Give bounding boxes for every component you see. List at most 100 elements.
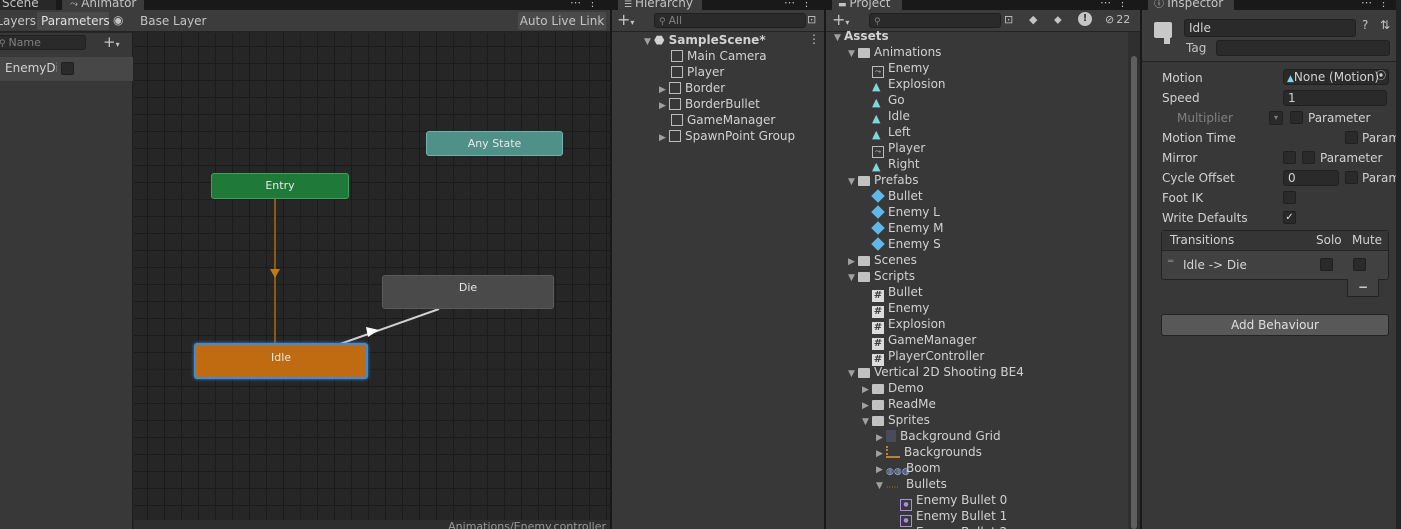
hierarchy-item-main-camera[interactable]: Main Camera xyxy=(671,48,767,64)
project-item[interactable]: # Bullet xyxy=(862,284,923,302)
scene-menu-icon[interactable]: ⋮ xyxy=(808,32,820,46)
motion-time-parameter-checkbox[interactable] xyxy=(1345,131,1358,144)
project-item[interactable]: ▶ ReadMe xyxy=(862,396,936,412)
expand-arrow-icon[interactable]: ▼ xyxy=(848,366,858,382)
mirror-parameter-checkbox[interactable] xyxy=(1302,151,1315,164)
transition-mute-checkbox[interactable] xyxy=(1353,258,1366,271)
expand-arrow-icon[interactable]: ▶ xyxy=(659,130,669,146)
write-defaults-checkbox[interactable]: ✓ xyxy=(1283,211,1296,224)
motion-field[interactable]: ▲None (Motion) ⦿ xyxy=(1283,69,1389,85)
project-scrollbar[interactable] xyxy=(1128,32,1140,529)
project-item[interactable]: Enemy L xyxy=(862,204,940,220)
project-item[interactable]: ▶ Backgrounds xyxy=(876,444,982,460)
tag-field[interactable] xyxy=(1216,40,1390,56)
expand-arrow-icon[interactable]: ▼ xyxy=(848,46,858,62)
inspector-tab-menu-icon[interactable]: ⋯⋮ xyxy=(1361,0,1395,9)
foot-ik-checkbox[interactable] xyxy=(1283,191,1296,204)
project-item[interactable]: ●Enemy Bullet 2 xyxy=(890,524,1007,529)
project-item[interactable]: # Explosion xyxy=(862,316,946,334)
expand-arrow-icon[interactable]: ▼ xyxy=(862,414,872,430)
project-search-input[interactable]: ⚲ xyxy=(869,13,1001,28)
project-item[interactable]: ▼ Animations xyxy=(848,44,941,60)
settings-icon[interactable]: ⇅ xyxy=(1380,18,1390,32)
expand-arrow-icon[interactable]: ▼ xyxy=(834,30,844,46)
multiplier-parameter-checkbox[interactable] xyxy=(1290,111,1303,124)
state-entry[interactable]: Entry xyxy=(211,173,349,199)
project-item[interactable]: ⤳ Player xyxy=(862,140,925,158)
scrollbar-thumb[interactable] xyxy=(1131,56,1137,529)
project-item[interactable]: ▲ Idle xyxy=(862,108,910,125)
expand-arrow-icon[interactable]: ▼ xyxy=(644,34,654,50)
project-item[interactable]: ▼ Assets xyxy=(834,28,889,44)
parameters-tab[interactable]: Parameters xyxy=(37,12,110,30)
project-item[interactable]: ▼ Sprites xyxy=(862,412,930,428)
trigger-checkbox[interactable] xyxy=(61,62,74,75)
search-filter-icon[interactable]: ⊡ xyxy=(807,13,816,26)
project-item[interactable]: ● Enemy Bullet 0 xyxy=(890,492,1007,511)
warning-icon[interactable]: ! xyxy=(1078,12,1092,26)
project-item[interactable]: ▼ ····· Bullets xyxy=(876,476,947,492)
create-button[interactable]: +▾ xyxy=(617,10,634,29)
cycle-offset-parameter-checkbox[interactable] xyxy=(1345,171,1358,184)
project-item[interactable]: ▲ Left xyxy=(862,124,911,141)
project-item[interactable]: # GameManager xyxy=(862,332,976,350)
add-parameter-button[interactable]: +▾ xyxy=(103,33,120,51)
hidden-packages-icon[interactable]: ⊘ 22 xyxy=(1105,13,1130,26)
create-asset-button[interactable]: +▾ xyxy=(832,10,849,29)
parameter-row[interactable]: EnemyDie xyxy=(0,57,133,81)
hierarchy-item-gamemanager[interactable]: GameManager xyxy=(671,112,775,128)
project-item[interactable]: ▶ Scenes xyxy=(848,252,917,268)
state-any-state[interactable]: Any State xyxy=(426,131,563,156)
state-graph[interactable]: Any State Entry Die Idle Animations/Enem… xyxy=(134,33,610,529)
object-picker-icon[interactable]: ⦿ xyxy=(1376,70,1386,84)
project-item[interactable]: ▼ Prefabs xyxy=(848,172,919,188)
cycle-offset-field[interactable]: 0 xyxy=(1283,170,1339,186)
multiplier-dropdown[interactable]: ▾ xyxy=(1269,111,1283,125)
tab-animator[interactable]: ⤳ Animator xyxy=(62,0,144,10)
state-die[interactable]: Die xyxy=(382,275,554,309)
project-item[interactable]: # Enemy xyxy=(862,300,929,318)
hierarchy-search-input[interactable]: ⚲ All xyxy=(654,13,806,28)
project-item[interactable]: ▲ Explosion xyxy=(862,76,946,93)
hierarchy-item-spawnpoint-group[interactable]: ▶ SpawnPoint Group xyxy=(659,128,795,144)
add-behaviour-button[interactable]: Add Behaviour xyxy=(1161,314,1389,336)
tab-project[interactable]: ▬ Project xyxy=(832,0,902,10)
tab-scene[interactable]: Scene xyxy=(0,0,56,10)
state-name-field[interactable]: Idle xyxy=(1184,19,1356,37)
project-item[interactable]: ▶ Background Grid xyxy=(876,428,1001,444)
expand-arrow-icon[interactable]: ▶ xyxy=(659,98,669,114)
expand-arrow-icon[interactable]: ▼ xyxy=(876,478,886,494)
project-item[interactable]: ▲ Right xyxy=(862,156,920,173)
project-item[interactable]: # PlayerController xyxy=(862,348,984,366)
search-by-label-icon[interactable]: ◆ xyxy=(1029,13,1037,26)
tag-icon[interactable]: ⬥ xyxy=(1054,13,1062,27)
project-item[interactable]: ▲ Go xyxy=(862,92,905,109)
transition-solo-checkbox[interactable] xyxy=(1320,258,1333,271)
hierarchy-item-borderbullet[interactable]: ▶ BorderBullet xyxy=(659,96,760,112)
eye-icon[interactable]: ◉ xyxy=(113,13,123,27)
animator-tab-menu-icon[interactable]: ⋯⋮ xyxy=(570,0,604,9)
drag-handle-icon[interactable]: ═ xyxy=(1168,257,1173,267)
project-item[interactable]: Bullet xyxy=(862,188,923,204)
project-item[interactable]: ▼ Scripts xyxy=(848,268,915,284)
remove-transition-button[interactable]: − xyxy=(1347,279,1379,297)
project-item[interactable]: ▶ ◍◍◍Boom xyxy=(876,460,941,477)
breadcrumb[interactable]: Base Layer xyxy=(134,12,212,30)
hierarchy-item-player[interactable]: Player xyxy=(671,64,724,80)
expand-arrow-icon[interactable]: ▼ xyxy=(848,270,858,286)
expand-arrow-icon[interactable]: ▼ xyxy=(848,174,858,190)
project-item[interactable]: ▶ Demo xyxy=(862,380,924,396)
tab-inspector[interactable]: ⓘ Inspector xyxy=(1148,0,1234,10)
state-idle[interactable]: Idle xyxy=(194,343,368,379)
auto-live-link-button[interactable]: Auto Live Link xyxy=(518,12,606,30)
project-item[interactable]: ● Enemy Bullet 1 xyxy=(890,508,1007,527)
project-tab-menu-icon[interactable]: ⋯⋮ xyxy=(1100,0,1134,9)
parameter-search-input[interactable]: ⚲ Name xyxy=(0,35,86,50)
project-item[interactable]: ▼ Vertical 2D Shooting BE4 xyxy=(848,364,1024,380)
help-icon[interactable]: ? xyxy=(1362,18,1368,32)
hierarchy-item-border[interactable]: ▶ Border xyxy=(659,80,725,96)
tab-hierarchy[interactable]: ☰ Hierarchy xyxy=(618,0,702,10)
mirror-checkbox[interactable] xyxy=(1283,151,1296,164)
scene-row[interactable]: ▼ ⬣ SampleScene* xyxy=(644,32,766,48)
hierarchy-tab-menu-icon[interactable]: ⋯⋮ xyxy=(784,0,818,9)
